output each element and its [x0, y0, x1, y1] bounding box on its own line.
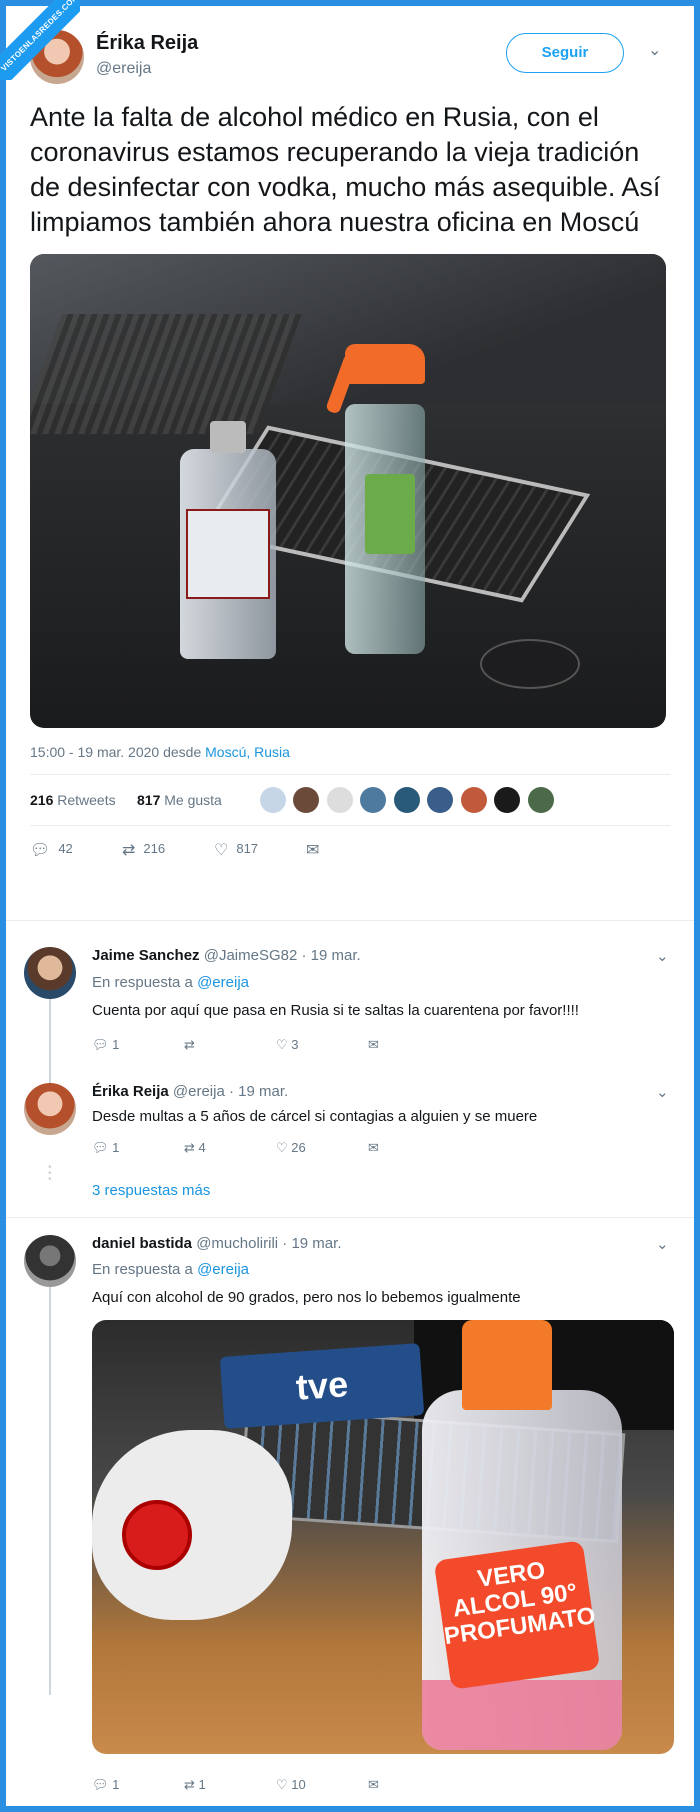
- liker-avatar[interactable]: [326, 787, 353, 813]
- retweet-button[interactable]: ⇄ 1: [184, 1777, 206, 1793]
- envelope-icon[interactable]: ✉: [368, 1037, 379, 1053]
- photo-bottle-liquid: [422, 1680, 622, 1750]
- avatar[interactable]: [24, 1083, 76, 1135]
- reply-author-name[interactable]: Érika Reija: [92, 1083, 169, 1100]
- message-button[interactable]: ✉: [306, 840, 327, 860]
- reply-text: Aquí con alcohol de 90 grados, pero nos …: [92, 1289, 521, 1306]
- photo-vodka-bottle: [180, 421, 276, 659]
- tweet-header: Érika Reija @ereija Seguir ⌄: [30, 30, 670, 86]
- reply-button[interactable]: 💬︎ 1: [92, 1777, 119, 1793]
- retweet-icon: ⇄: [122, 842, 136, 859]
- divider: [6, 920, 694, 921]
- envelope-icon: ✉: [306, 842, 320, 859]
- liker-avatar[interactable]: [260, 787, 286, 813]
- avatar[interactable]: [24, 947, 76, 999]
- reply-icon: 💬︎: [30, 842, 51, 859]
- reply-author-handle[interactable]: @mucholirili: [196, 1235, 278, 1252]
- photo-bottle-cap: [462, 1320, 552, 1410]
- tweet-location[interactable]: Moscú, Rusia: [205, 744, 290, 760]
- retweet-button[interactable]: ⇄ 216: [122, 840, 165, 860]
- follow-button[interactable]: Seguir: [506, 33, 624, 73]
- liker-avatar[interactable]: [293, 787, 320, 813]
- likers-avatars: [260, 787, 557, 815]
- reply-date[interactable]: · 19 mar.: [302, 947, 361, 964]
- photo-mask: [92, 1430, 292, 1620]
- likes-count: 817: [137, 792, 161, 808]
- thread-line: [49, 1265, 51, 1695]
- reply-date[interactable]: · 19 mar.: [282, 1235, 341, 1252]
- reply-actions: 💬︎ 1 ⇄ 4 ♡ 26 ✉: [92, 1140, 452, 1160]
- tweet-stats: 216 Retweets 817 Me gusta: [30, 774, 670, 826]
- reply-author-handle[interactable]: @JaimeSG82: [204, 947, 298, 964]
- reply-photo[interactable]: tve VERO ALCOL 90° PROFUMATO: [92, 1320, 674, 1754]
- reply-button[interactable]: 💬︎ 42: [30, 840, 73, 860]
- reply-author-name[interactable]: daniel bastida: [92, 1235, 192, 1252]
- photo-tve-logo: tve: [219, 1343, 425, 1429]
- reply-text: Cuenta por aquí que pasa en Rusia si te …: [92, 1002, 579, 1019]
- envelope-icon[interactable]: ✉: [368, 1140, 379, 1156]
- like-button[interactable]: ♡ 3: [276, 1037, 299, 1053]
- likes-label: Me gusta: [164, 792, 222, 808]
- reply-to-line: En respuesta a @ereija: [92, 974, 249, 991]
- tweet-text: Ante la falta de alcohol médico en Rusia…: [30, 102, 661, 237]
- tweet-meta: 15:00 - 19 mar. 2020 desde Moscú, Rusia: [30, 744, 670, 760]
- reply-actions: 💬︎ 1 ⇄ 1 ♡ 10 ✉: [92, 1777, 452, 1797]
- envelope-icon[interactable]: ✉: [368, 1777, 379, 1793]
- reply-header: Jaime Sanchez @JaimeSG82 · 19 mar.: [92, 947, 361, 964]
- reply-actions: 💬︎ 1 ⇄ ♡ 3 ✉: [92, 1037, 452, 1057]
- thread-dots: • • •: [48, 1162, 52, 1185]
- photo-mixer: [30, 314, 302, 434]
- watermark-ribbon: VISTOENLASREDES.COM: [0, 0, 80, 80]
- liker-avatar[interactable]: [360, 787, 387, 813]
- tweet-time[interactable]: 15:00 - 19 mar. 2020 desde: [30, 744, 205, 760]
- avatar[interactable]: [24, 1235, 76, 1287]
- liker-avatar[interactable]: [393, 787, 420, 813]
- liker-avatar[interactable]: [460, 787, 487, 813]
- chevron-down-icon[interactable]: ⌄: [656, 947, 669, 965]
- like-button[interactable]: ♡ 10: [276, 1777, 306, 1793]
- author-handle[interactable]: @ereija: [96, 60, 151, 78]
- chevron-down-icon[interactable]: ⌄: [656, 1235, 669, 1253]
- photo-mask-valve: [122, 1500, 192, 1570]
- divider: [6, 1217, 694, 1218]
- likes-stat[interactable]: 817 Me gusta: [137, 792, 222, 808]
- watermark-text: VISTOENLASREDES.COM: [0, 0, 80, 80]
- retweets-label: Retweets: [57, 792, 116, 808]
- photo-spray-bottle: [325, 344, 435, 654]
- reply-header: Érika Reija @ereija · 19 mar.: [92, 1083, 288, 1100]
- retweets-stat[interactable]: 216 Retweets: [30, 792, 116, 808]
- retweets-count: 216: [30, 792, 54, 808]
- tweet-photo[interactable]: [30, 254, 666, 728]
- liker-avatar[interactable]: [494, 787, 521, 813]
- reply-button[interactable]: 💬︎ 1: [92, 1037, 119, 1053]
- reply-to-link[interactable]: @ereija: [197, 1261, 249, 1278]
- reply-author-handle[interactable]: @ereija: [173, 1083, 225, 1100]
- author-name[interactable]: Érika Reija: [96, 32, 198, 55]
- like-button[interactable]: ♡ 817: [214, 840, 258, 860]
- like-button[interactable]: ♡ 26: [276, 1140, 306, 1156]
- reply-text: Desde multas a 5 años de cárcel si conta…: [92, 1108, 538, 1125]
- retweet-button[interactable]: ⇄: [184, 1037, 195, 1053]
- heart-icon: ♡: [214, 842, 229, 859]
- tweet-actions: 💬︎ 42 ⇄ 216 ♡ 817 ✉: [30, 826, 670, 870]
- liker-avatar[interactable]: [427, 787, 454, 813]
- reply-to-line: En respuesta a @ereija: [92, 1261, 249, 1278]
- reply-button[interactable]: 💬︎ 1: [92, 1140, 119, 1156]
- reply-author-name[interactable]: Jaime Sanchez: [92, 947, 200, 964]
- chevron-down-icon[interactable]: ⌄: [648, 40, 661, 60]
- more-replies-link[interactable]: 3 respuestas más: [92, 1182, 210, 1199]
- liker-avatar[interactable]: [527, 787, 554, 813]
- reply-header: daniel bastida @mucholirili · 19 mar.: [92, 1235, 341, 1252]
- reply-to-link[interactable]: @ereija: [197, 974, 249, 991]
- retweet-button[interactable]: ⇄ 4: [184, 1140, 206, 1156]
- main-tweet: Érika Reija @ereija Seguir ⌄ Ante la fal…: [30, 30, 670, 870]
- photo-mouse: [480, 639, 580, 689]
- reply-date[interactable]: · 19 mar.: [229, 1083, 288, 1100]
- chevron-down-icon[interactable]: ⌄: [656, 1083, 669, 1101]
- photo-bottle-label: VERO ALCOL 90° PROFUMATO: [433, 1540, 601, 1690]
